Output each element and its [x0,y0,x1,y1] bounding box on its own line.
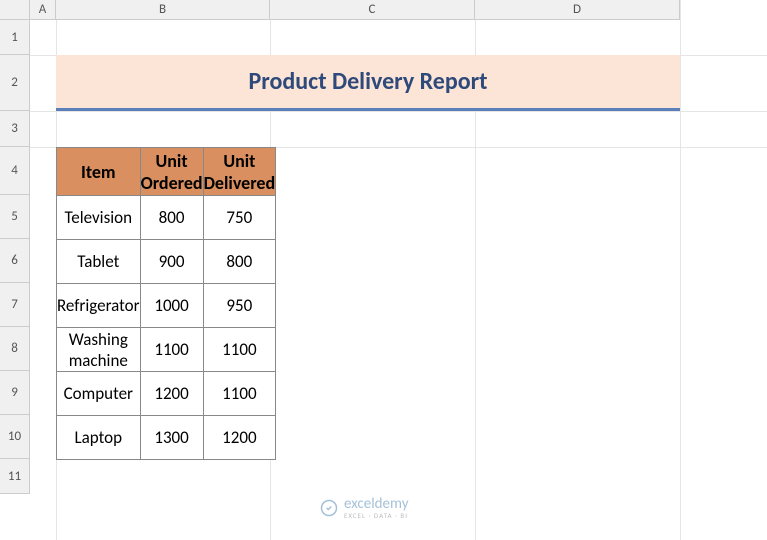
column-header-a[interactable]: A [30,0,56,19]
cell-item[interactable]: Television [57,196,141,240]
table-row: Tablet 900 800 [57,240,276,284]
header-delivered[interactable]: Unit Delivered [203,148,276,196]
cell-ordered[interactable]: 1000 [140,284,203,328]
delivery-table: Item Unit Ordered Unit Delivered Televis… [56,147,276,460]
cell-ordered[interactable]: 1200 [140,372,203,416]
row-header-2[interactable]: 2 [0,55,29,111]
row-header-4[interactable]: 4 [0,147,29,195]
column-header-d[interactable]: D [475,0,680,19]
cell-item[interactable]: Refrigerator [57,284,141,328]
cell-ordered[interactable]: 1300 [140,416,203,460]
header-item[interactable]: Item [57,148,141,196]
cell-item[interactable]: Laptop [57,416,141,460]
cell-delivered[interactable]: 1100 [203,328,276,372]
row-header-1[interactable]: 1 [0,20,29,55]
column-header-b[interactable]: B [56,0,270,19]
table-header-row: Item Unit Ordered Unit Delivered [57,148,276,196]
cell-ordered[interactable]: 900 [140,240,203,284]
header-ordered[interactable]: Unit Ordered [140,148,203,196]
cell-delivered[interactable]: 950 [203,284,276,328]
table-row: Washing machine 1100 1100 [57,328,276,372]
table-row: Television 800 750 [57,196,276,240]
table-row: Laptop 1300 1200 [57,416,276,460]
gridline [680,0,681,540]
cell-ordered[interactable]: 1100 [140,328,203,372]
row-header-5[interactable]: 5 [0,195,29,239]
cell-delivered[interactable]: 800 [203,240,276,284]
row-header-10[interactable]: 10 [0,415,29,459]
table-row: Computer 1200 1100 [57,372,276,416]
cell-delivered[interactable]: 750 [203,196,276,240]
cell-item[interactable]: Computer [57,372,141,416]
spreadsheet-grid: A B C D 1 2 3 4 5 6 7 8 9 10 11 Product … [0,0,767,540]
column-headers: A B C D [0,0,680,20]
column-header-c[interactable]: C [270,0,475,19]
logo-icon [320,499,338,517]
table-row: Refrigerator 1000 950 [57,284,276,328]
row-header-6[interactable]: 6 [0,239,29,283]
cell-delivered[interactable]: 1100 [203,372,276,416]
cell-item[interactable]: Tablet [57,240,141,284]
row-header-9[interactable]: 9 [0,371,29,415]
watermark-tagline: EXCEL · DATA · BI [344,511,408,520]
cell-ordered[interactable]: 800 [140,196,203,240]
row-headers: 1 2 3 4 5 6 7 8 9 10 11 [0,20,30,494]
row-header-8[interactable]: 8 [0,327,29,371]
watermark-logo: exceldemy EXCEL · DATA · BI [320,495,408,520]
report-title[interactable]: Product Delivery Report [56,55,680,111]
row-header-3[interactable]: 3 [0,111,29,147]
cell-item[interactable]: Washing machine [57,328,141,372]
row-header-7[interactable]: 7 [0,283,29,327]
row-header-11[interactable]: 11 [0,459,29,494]
cell-delivered[interactable]: 1200 [203,416,276,460]
gridline [30,111,767,112]
select-all-corner[interactable] [0,0,30,19]
